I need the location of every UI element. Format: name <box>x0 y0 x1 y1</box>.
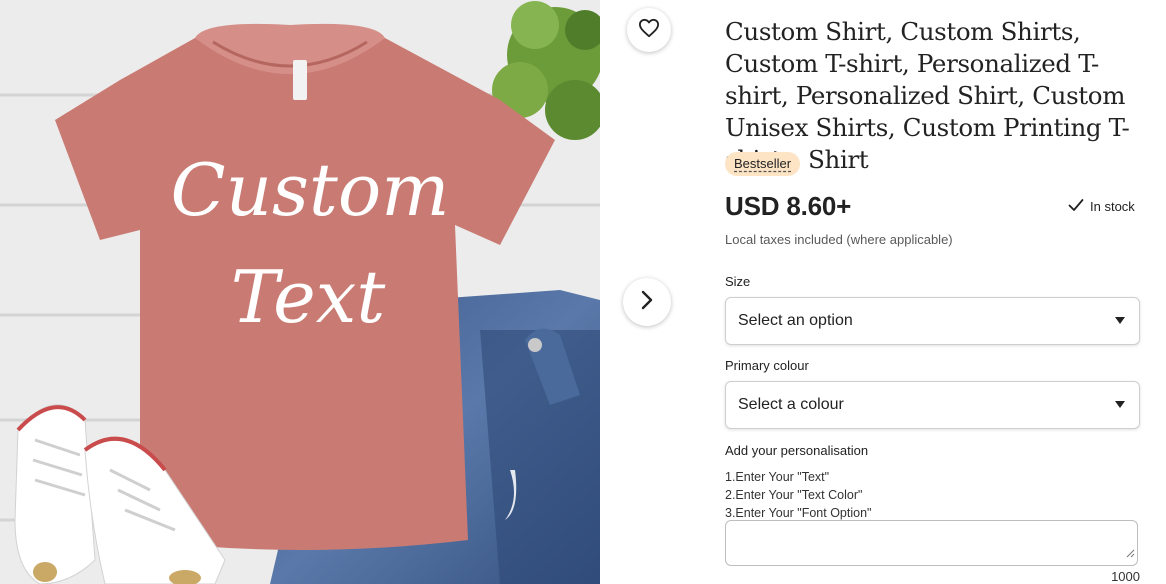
caret-down-icon <box>1115 401 1125 408</box>
resize-grip-icon[interactable] <box>1126 545 1135 563</box>
chevron-right-icon <box>639 290 655 315</box>
personalisation-instructions: 1.Enter Your "Text" 2.Enter Your "Text C… <box>725 468 871 522</box>
next-image-button[interactable] <box>623 278 671 326</box>
product-image[interactable]: Custom Text <box>0 0 600 584</box>
shirt-print-line1: Custom <box>171 148 450 232</box>
colour-label: Primary colour <box>725 358 809 373</box>
tax-note: Local taxes included (where applicable) <box>725 232 953 247</box>
size-select[interactable]: Select an option <box>725 297 1140 345</box>
product-price: USD 8.60+ <box>725 191 852 221</box>
instruction-line: 2.Enter Your "Text Color" <box>725 488 863 502</box>
personalisation-textarea[interactable] <box>725 520 1138 566</box>
colour-select-value: Select a colour <box>738 396 844 413</box>
heart-icon <box>638 18 660 43</box>
check-icon <box>1068 198 1084 215</box>
char-counter: 1000 <box>1111 569 1140 584</box>
bestseller-badge[interactable]: Bestseller <box>725 152 801 176</box>
favorite-button[interactable] <box>627 8 671 52</box>
personalisation-label: Add your personalisation <box>725 443 869 458</box>
shirt-print-line2: Text <box>231 255 387 339</box>
stock-label: In stock <box>1090 199 1135 214</box>
caret-down-icon <box>1115 317 1125 324</box>
size-label: Size <box>725 274 751 289</box>
instruction-line: 1.Enter Your "Text" <box>725 470 830 484</box>
stock-status: In stock <box>1068 198 1135 215</box>
colour-select[interactable]: Select a colour <box>725 381 1140 429</box>
size-select-value: Select an option <box>738 312 853 329</box>
